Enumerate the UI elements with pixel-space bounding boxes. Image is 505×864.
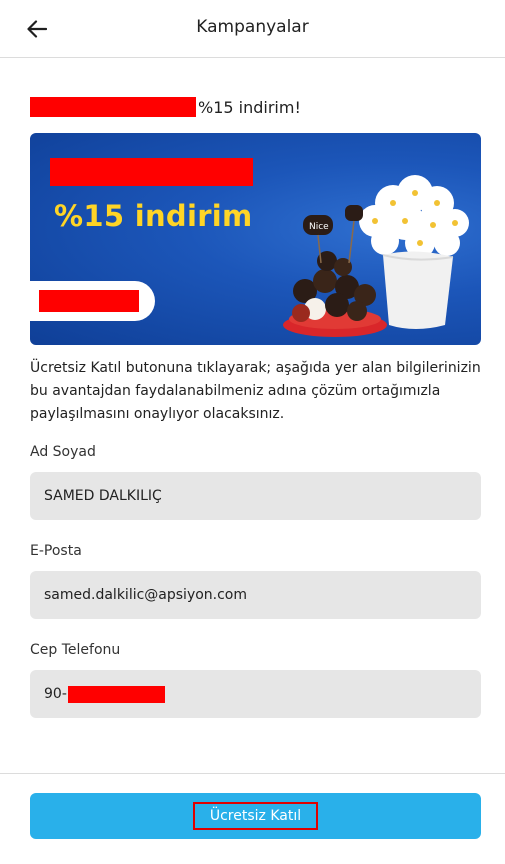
email-field[interactable]: samed.dalkilic@apsiyon.com: [30, 571, 481, 619]
name-field[interactable]: SAMED DALKILIÇ: [30, 472, 481, 520]
footer-divider: [0, 773, 505, 774]
join-free-button[interactable]: Ücretsiz Katıl: [30, 793, 481, 839]
redacted-banner-text: [50, 158, 253, 186]
redacted-brand-name: [30, 97, 196, 117]
phone-label: Cep Telefonu: [30, 642, 121, 658]
name-value: SAMED DALKILIÇ: [44, 488, 162, 504]
redacted-banner-logo: [39, 290, 139, 312]
white-vase: [383, 251, 453, 329]
top-bar: Kampanyalar: [0, 0, 505, 58]
banner-art-label: Nice: [309, 222, 329, 232]
page-title: Kampanyalar: [196, 17, 309, 37]
banner-headline: %15 indirim: [54, 199, 253, 233]
consent-text: Ücretsiz Katıl butonuna tıklayarak; aşağ…: [30, 360, 481, 422]
redacted-phone-number: [67, 685, 165, 703]
campaign-banner: %15 indirim Nice: [30, 133, 481, 345]
join-free-label: Ücretsiz Katıl: [192, 802, 319, 830]
name-label: Ad Soyad: [30, 444, 96, 460]
email-label: E-Posta: [30, 543, 82, 559]
flowers-chocolate-image: Nice: [283, 175, 469, 337]
phone-field[interactable]: 90-: [30, 670, 481, 718]
chocolate-strawberries: [292, 251, 376, 322]
email-value: samed.dalkilic@apsiyon.com: [44, 587, 248, 603]
daisy-bouquet: [359, 175, 469, 258]
campaign-title-text: %15 indirim!: [198, 97, 301, 117]
campaign-title: %15 indirim!: [30, 96, 301, 118]
phone-prefix: 90-: [44, 686, 67, 702]
